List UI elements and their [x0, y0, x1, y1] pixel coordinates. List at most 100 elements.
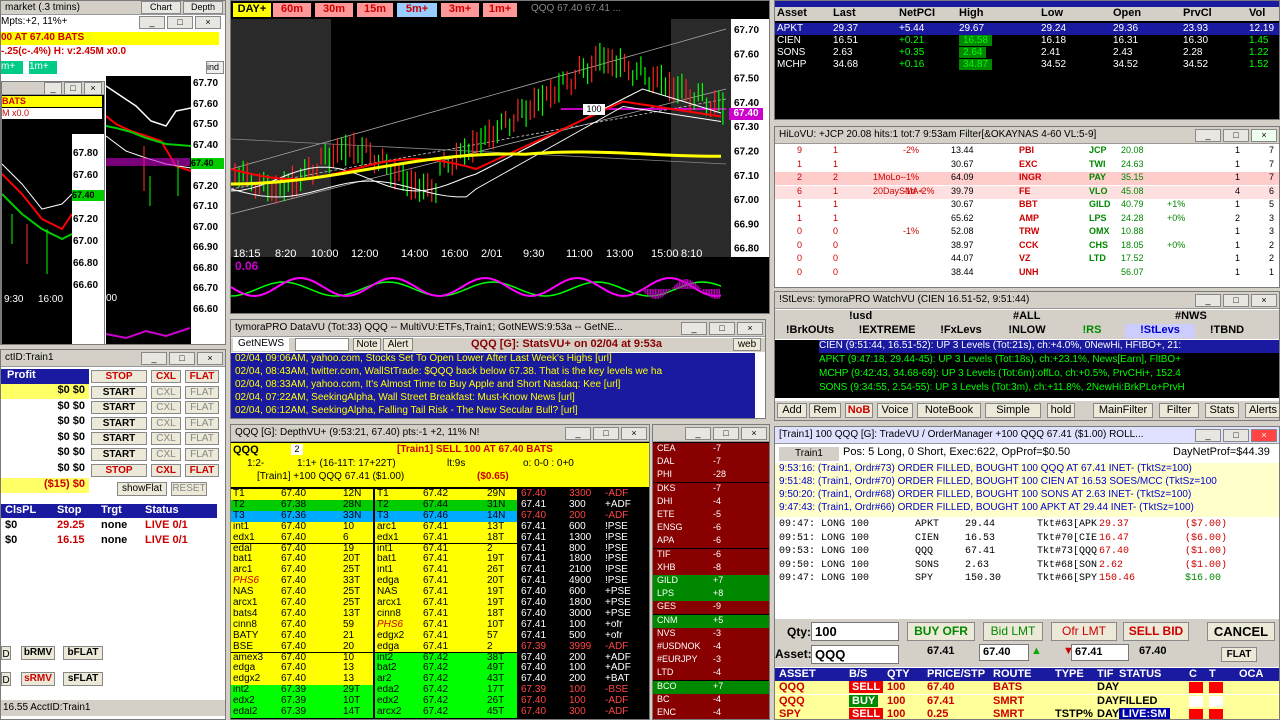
- reset-button[interactable]: RESET: [171, 482, 207, 496]
- quotes-col-asset[interactable]: Asset: [777, 7, 807, 19]
- hilovu-row[interactable]: 0 0 38.44 UNH 56.07 1 1: [775, 266, 1279, 280]
- asset-input[interactable]: QQQ: [811, 645, 899, 664]
- note-button[interactable]: Note: [353, 338, 381, 351]
- stop-button[interactable]: STOP: [91, 463, 147, 477]
- ask-row[interactable]: bat1 67.41 19T: [375, 554, 517, 566]
- brmv-button[interactable]: bRMV: [21, 646, 55, 660]
- order-modify-icon[interactable]: [1209, 695, 1223, 707]
- stlevs-tab[interactable]: !TBND: [1197, 324, 1257, 338]
- hilovu-row[interactable]: 9 1 -2% 13.44 PBI JCP 20.08 1 7: [775, 145, 1279, 158]
- position-row[interactable]: 09:51: LONG 100 CIEN 16.53 Tkt#70[CIE 16.47 ($…: [775, 533, 1265, 546]
- sector-item[interactable]: CNM +5: [653, 614, 769, 628]
- order-col[interactable]: B/S: [849, 668, 867, 680]
- order-cancel-icon[interactable]: [1189, 695, 1203, 707]
- maximize-icon[interactable]: □: [167, 16, 193, 29]
- maximize-icon[interactable]: □: [709, 322, 735, 335]
- left-tf-m[interactable]: m+: [1, 61, 23, 74]
- stlevs-btn-add[interactable]: Add: [777, 403, 807, 418]
- start-button[interactable]: START: [91, 448, 147, 461]
- ask-row[interactable]: PHS6 67.41 10T: [375, 619, 517, 631]
- sector-item[interactable]: ENC -4: [653, 707, 769, 719]
- quotes-col-vol[interactable]: Vol: [1249, 7, 1265, 19]
- flat-row-button[interactable]: FLAT: [185, 385, 219, 399]
- stlevs-tab[interactable]: !RS: [1061, 324, 1123, 338]
- ofr-price-input[interactable]: 67.41: [1071, 644, 1129, 661]
- cancel-button[interactable]: CANCEL: [1207, 622, 1275, 641]
- news-item[interactable]: 02/04, 08:33AM, yahoo.com, It's Almost T…: [235, 379, 753, 392]
- sector-item[interactable]: NVS -3: [653, 627, 769, 641]
- bid-lmt-button[interactable]: Bid LMT: [983, 622, 1043, 641]
- sflat-button[interactable]: sFLAT: [63, 672, 103, 686]
- tab-1mplus[interactable]: 1m+: [483, 3, 517, 17]
- hilovu-row[interactable]: 2 2 1MoLo- -1% 64.09 INGR PAY 35.15 1 7: [775, 172, 1279, 185]
- bid-row[interactable]: T1 67.40 12N: [231, 489, 373, 500]
- left-pos-col[interactable]: Trgt: [101, 504, 122, 516]
- close-icon[interactable]: ×: [84, 82, 102, 94]
- start-button[interactable]: START: [91, 416, 147, 430]
- start-button[interactable]: START: [91, 401, 147, 415]
- close-icon[interactable]: ×: [1251, 294, 1277, 307]
- left-pos-col[interactable]: Status: [145, 504, 179, 516]
- order-row[interactable]: QQQ SELL 100 67.40 BATS DAY: [775, 681, 1279, 694]
- sector-titlebar[interactable]: _ □ ×: [653, 425, 769, 442]
- bid-row[interactable]: arc1 67.40 25T: [231, 565, 373, 577]
- bottom-left-d2[interactable]: D: [1, 672, 11, 686]
- quotes-top-tab[interactable]: Asset/Vo: [775, 0, 829, 1]
- bid-row[interactable]: amex3 67.40 10: [231, 652, 373, 664]
- quotes-top-tab[interactable]: PAIRS: [1167, 0, 1221, 1]
- stop-button[interactable]: STOP: [91, 370, 147, 383]
- bid-row[interactable]: PHS6 67.40 33T: [231, 576, 373, 588]
- web-button[interactable]: web: [733, 338, 761, 351]
- ask-row[interactable]: arcx1 67.41 19T: [375, 598, 517, 609]
- close-icon[interactable]: ×: [1251, 429, 1277, 442]
- tab-3mplus[interactable]: 3m+: [441, 3, 479, 17]
- cxl-button[interactable]: CXL: [151, 416, 181, 430]
- order-col[interactable]: OCA: [1239, 668, 1263, 680]
- left-pos-row[interactable]: $0 16.15 none LIVE 0/1: [1, 534, 217, 548]
- quotes-top-tab[interactable]: Train1: [1223, 0, 1277, 1]
- start-button[interactable]: START: [91, 432, 147, 446]
- flat-row-button[interactable]: FLAT: [185, 401, 219, 415]
- position-row[interactable]: 09:53: LONG 100 QQQ 67.41 Tkt#73[QQQ 67.40 ($1…: [775, 546, 1265, 559]
- left-orders-titlebar[interactable]: ctID:Train1 _ □ ×: [1, 350, 225, 367]
- order-col[interactable]: TYPE: [1055, 668, 1084, 680]
- tradevu-tab[interactable]: Train1: [779, 447, 839, 461]
- minimize-icon[interactable]: _: [685, 427, 711, 440]
- quotes-col-netpci[interactable]: NetPCI: [899, 7, 935, 19]
- stlevs-btn-simple[interactable]: Simple: [985, 403, 1041, 418]
- order-col[interactable]: QTY: [887, 668, 910, 680]
- maximize-icon[interactable]: □: [1223, 429, 1249, 442]
- left-ind-button[interactable]: ind: [206, 61, 224, 74]
- sector-item[interactable]: CEA -7: [653, 443, 769, 456]
- ask-row[interactable]: edga 67.41 2: [375, 641, 517, 653]
- alert-button[interactable]: Alert: [383, 338, 413, 351]
- left-pos-row[interactable]: $0 29.25 none LIVE 0/1: [1, 519, 217, 533]
- quotes-col-last[interactable]: Last: [833, 7, 856, 19]
- chart-button[interactable]: Chart: [141, 1, 181, 14]
- close-icon[interactable]: ×: [737, 322, 763, 335]
- depth-titlebar[interactable]: QQQ [G]: DepthVU+ (9:53:21, 67.40) pts:-…: [231, 425, 649, 442]
- order-cancel-icon[interactable]: [1189, 709, 1203, 719]
- bottom-left-d1[interactable]: D: [1, 646, 11, 660]
- ask-row[interactable]: ar2 67.42 43T: [375, 674, 517, 686]
- tab-30m[interactable]: 30m: [315, 3, 353, 17]
- sector-item[interactable]: #EURJPY -3: [653, 654, 769, 668]
- minimize-icon[interactable]: _: [1195, 129, 1221, 142]
- quotes-top-tab[interactable]: EM: [999, 0, 1053, 1]
- start-button[interactable]: START: [91, 385, 147, 399]
- cxl-button[interactable]: CXL: [151, 463, 181, 477]
- close-icon[interactable]: ×: [195, 16, 221, 29]
- sector-item[interactable]: #USDNOK -4: [653, 641, 769, 654]
- hilovu-row[interactable]: 6 1 20DaySMA+ -1d -2% 39.79 FE VLO 45.08 4 6: [775, 185, 1279, 199]
- stlevs-btn-voice[interactable]: Voice: [877, 403, 913, 418]
- order-col[interactable]: STATUS: [1119, 668, 1161, 680]
- bid-row[interactable]: bat1 67.40 20T: [231, 554, 373, 566]
- hilovu-row[interactable]: 0 0 44.07 VZ LTD 17.52 1 2: [775, 253, 1279, 266]
- sector-item[interactable]: GES -9: [653, 601, 769, 615]
- flat-row-button[interactable]: FLAT: [185, 448, 219, 461]
- bid-row[interactable]: edal 67.40 19: [231, 543, 373, 555]
- qty-input[interactable]: 100: [811, 622, 899, 641]
- left-pos-col[interactable]: ClsPL: [5, 504, 36, 516]
- order-col[interactable]: C: [1189, 668, 1197, 680]
- maximize-icon[interactable]: □: [64, 82, 82, 94]
